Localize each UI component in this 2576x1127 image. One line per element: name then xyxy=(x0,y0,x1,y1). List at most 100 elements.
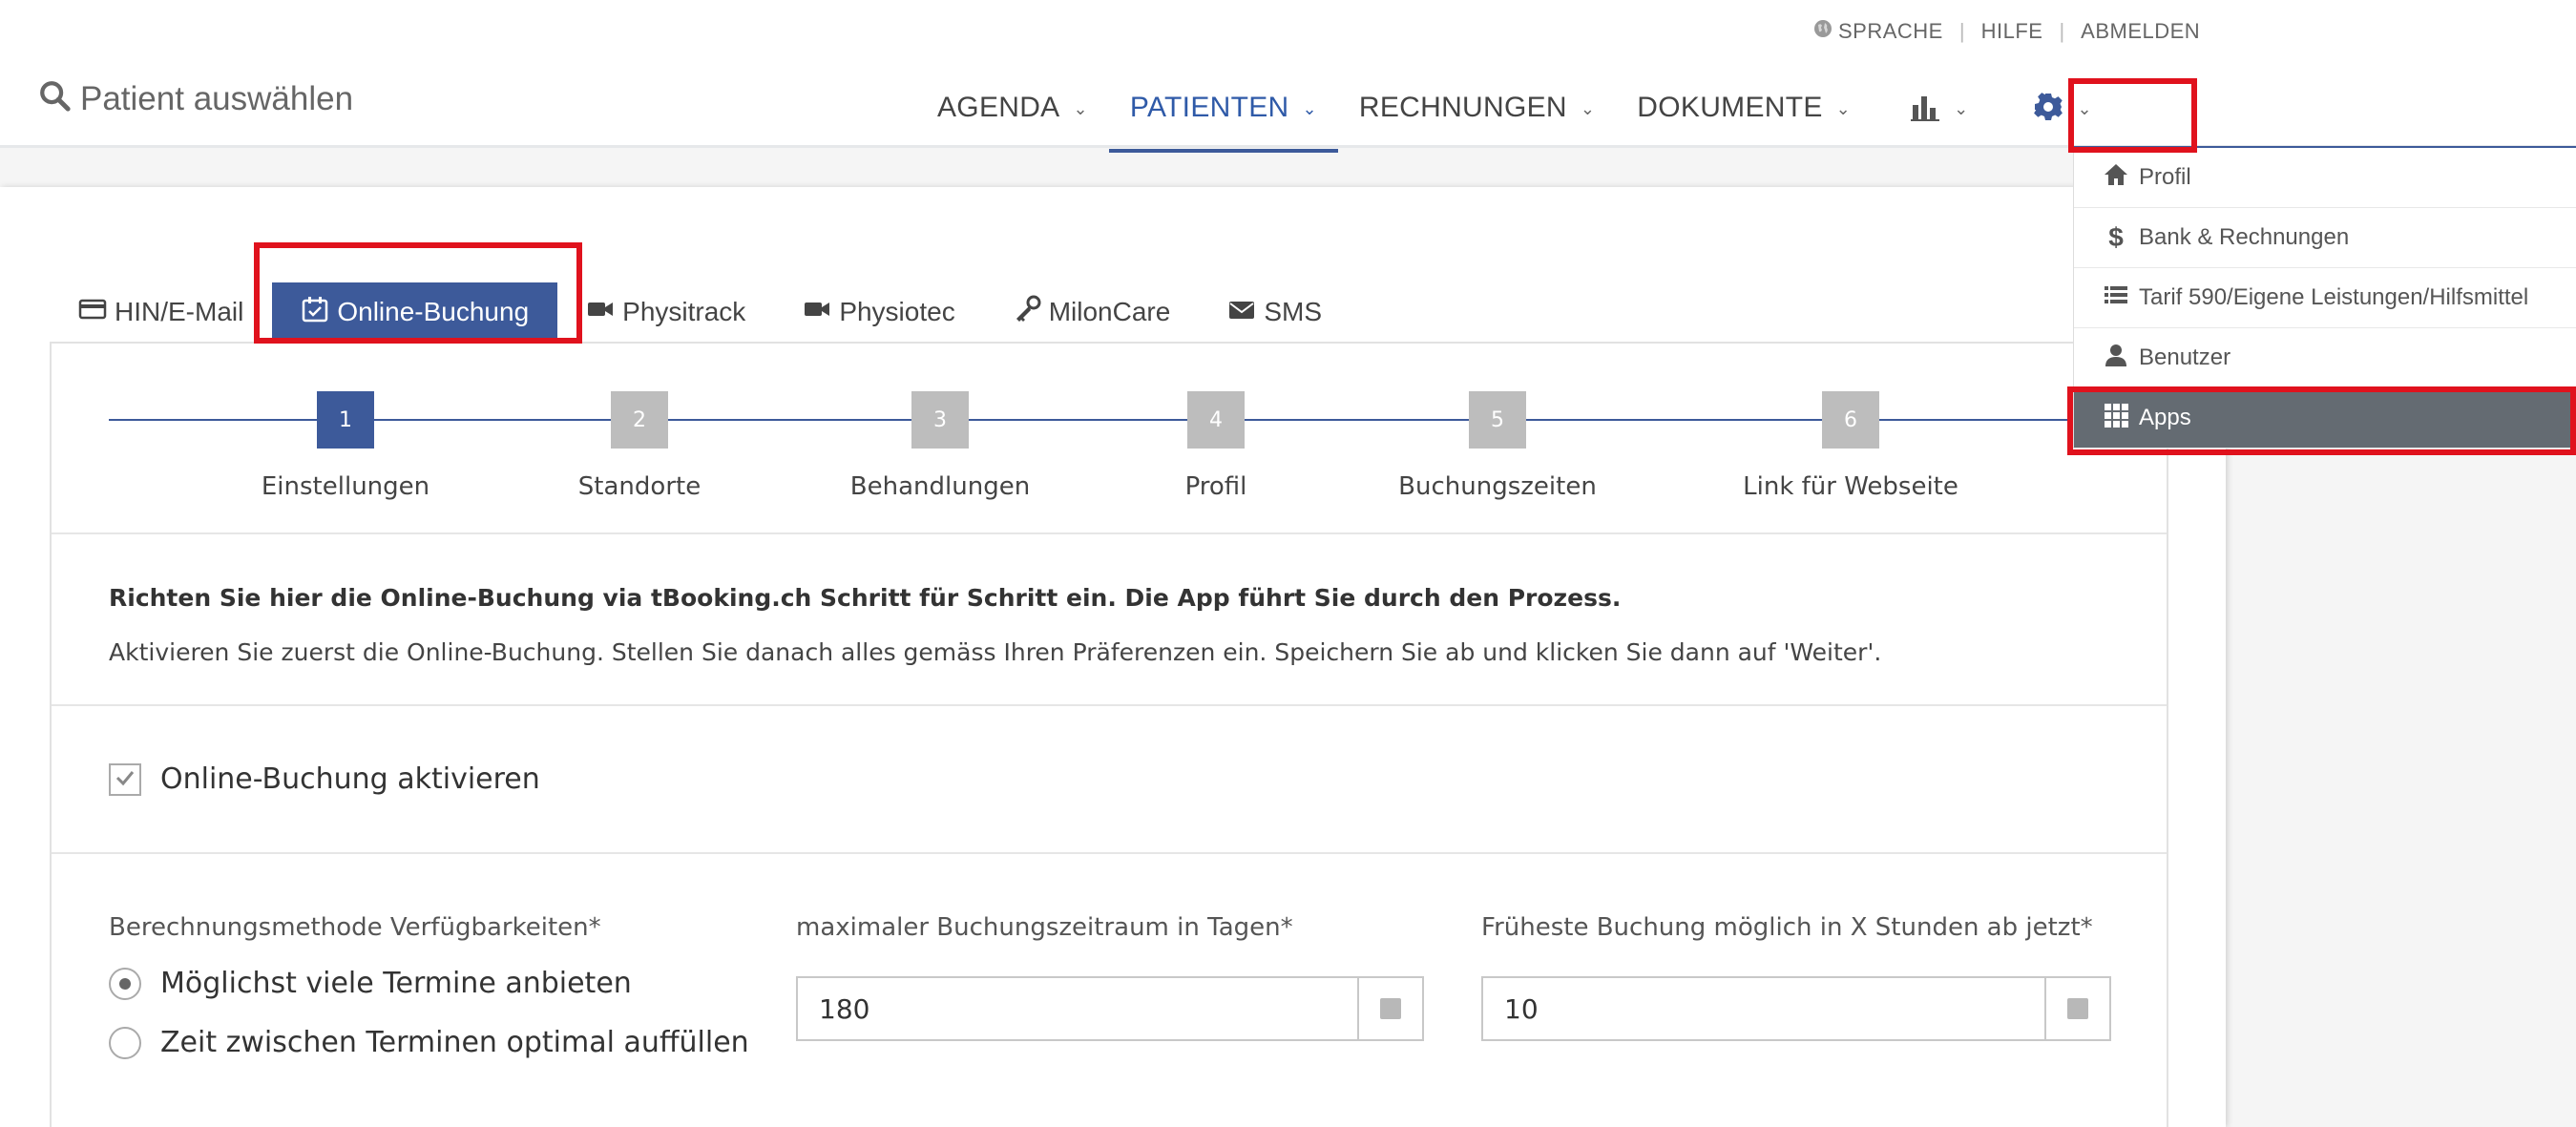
radio-label: Möglichst viele Termine anbieten xyxy=(160,967,632,1000)
max-period-value[interactable]: 180 xyxy=(798,978,1357,1039)
bar-chart-icon xyxy=(1910,92,1940,130)
step-number[interactable]: 3 xyxy=(911,391,969,449)
step-number[interactable]: 5 xyxy=(1469,391,1526,449)
max-period-addon[interactable] xyxy=(1357,978,1422,1039)
method-option-fill[interactable]: Zeit zwischen Terminen optimal auffüllen xyxy=(109,1026,749,1059)
wizard-stepper: 1 Einstellungen 2 Standorte 3 Behandlung… xyxy=(52,344,2167,534)
globe-icon xyxy=(1813,19,1833,44)
tab-label: SMS xyxy=(1264,297,1323,326)
menu-item-bank[interactable]: $ Bank & Rechnungen xyxy=(2074,208,2576,268)
nav-agenda-label: AGENDA xyxy=(937,92,1060,123)
step-label: Profil xyxy=(1184,472,1247,501)
language-link[interactable]: SPRACHE xyxy=(1813,19,1943,44)
step-5[interactable]: 5 Buchungszeiten xyxy=(1354,391,1641,501)
envelope-icon xyxy=(1227,295,1256,330)
tab-sms[interactable]: SMS xyxy=(1199,282,1351,342)
chevron-down-icon: ⌄ xyxy=(1835,99,1852,118)
nav-rechnungen-label: RECHNUNGEN xyxy=(1358,92,1567,123)
earliest-label: Früheste Buchung möglich in X Stunden ab… xyxy=(1481,913,2093,942)
intro-text: Aktivieren Sie zuerst die Online-Buchung… xyxy=(109,638,1882,666)
activate-checkbox[interactable] xyxy=(109,762,141,796)
chevron-down-icon: ⌄ xyxy=(1302,99,1317,118)
intro-heading: Richten Sie hier die Online-Buchung via … xyxy=(109,584,1622,612)
nav-dokumente[interactable]: DOKUMENTE ⌄ xyxy=(1616,82,1872,149)
separator: | xyxy=(2059,19,2065,43)
step-number[interactable]: 2 xyxy=(611,391,668,449)
highlight-box-settings xyxy=(2068,78,2197,153)
menu-item-label: Bank & Rechnungen xyxy=(2139,224,2350,250)
main-nav: AGENDA ⌄ PATIENTEN ⌄ RECHNUNGEN ⌄ DOKUME… xyxy=(916,82,2113,153)
video-camera-icon xyxy=(586,295,615,330)
nav-rechnungen[interactable]: RECHNUNGEN ⌄ xyxy=(1338,82,1616,149)
list-icon xyxy=(2103,282,2129,315)
help-link[interactable]: HILFE xyxy=(1981,19,2043,44)
chevron-down-icon: ⌄ xyxy=(1073,99,1088,118)
radio-button[interactable] xyxy=(109,1026,141,1059)
activate-row: Online-Buchung aktivieren xyxy=(52,706,2167,854)
tab-physiotec[interactable]: Physiotec xyxy=(774,282,983,342)
earliest-addon[interactable] xyxy=(2044,978,2109,1039)
step-label: Einstellungen xyxy=(261,472,430,501)
menu-item-label: Tarif 590/Eigene Leistungen/Hilfsmittel xyxy=(2139,284,2529,310)
step-6[interactable]: 6 Link für Webseite xyxy=(1707,391,1994,501)
square-icon xyxy=(1380,998,1401,1019)
tab-miloncare[interactable]: MilonCare xyxy=(984,282,1200,342)
activate-label: Online-Buchung aktivieren xyxy=(160,762,540,796)
separator: | xyxy=(1958,19,1965,43)
step-label: Link für Webseite xyxy=(1743,472,1958,501)
language-label: SPRACHE xyxy=(1838,19,1943,43)
patient-search[interactable]: Patient auswählen xyxy=(38,76,353,122)
menu-item-tarif[interactable]: Tarif 590/Eigene Leistungen/Hilfsmittel xyxy=(2074,268,2576,328)
step-number[interactable]: 4 xyxy=(1187,391,1245,449)
menu-item-label: Benutzer xyxy=(2139,344,2231,370)
step-1[interactable]: 1 Einstellungen xyxy=(202,391,489,501)
patient-search-label: Patient auswählen xyxy=(80,80,354,117)
radio-label: Zeit zwischen Terminen optimal auffüllen xyxy=(160,1026,749,1059)
highlight-box-tab xyxy=(254,242,582,344)
step-2[interactable]: 2 Standorte xyxy=(496,391,783,501)
chevron-down-icon: ⌄ xyxy=(1580,99,1596,118)
earliest-value[interactable]: 10 xyxy=(1483,978,2044,1039)
home-icon xyxy=(2103,161,2129,195)
menu-item-benutzer[interactable]: Benutzer xyxy=(2074,328,2576,388)
step-label: Standorte xyxy=(577,472,702,501)
dollar-icon: $ xyxy=(2108,222,2124,252)
video-camera-icon xyxy=(803,295,831,330)
booking-settings-form: Berechnungsmethode Verfügbarkeiten* Mögl… xyxy=(52,854,2167,1127)
tab-label: Physiotec xyxy=(839,297,955,326)
highlight-box-apps xyxy=(2067,386,2576,455)
step-number[interactable]: 1 xyxy=(317,391,374,449)
max-period-input[interactable]: 180 xyxy=(796,976,1424,1041)
search-icon xyxy=(38,79,71,120)
logout-link[interactable]: ABMELDEN xyxy=(2081,19,2200,44)
nav-patienten[interactable]: PATIENTEN ⌄ xyxy=(1108,82,1338,153)
tab-physitrack[interactable]: Physitrack xyxy=(557,282,774,342)
key-icon xyxy=(1013,295,1041,330)
tab-label: MilonCare xyxy=(1048,297,1171,326)
step-label: Buchungszeiten xyxy=(1398,472,1597,501)
checkmark-icon xyxy=(115,767,136,792)
step-label: Behandlungen xyxy=(849,472,1031,501)
step-number[interactable]: 6 xyxy=(1822,391,1879,449)
top-links: SPRACHE | HILFE | ABMELDEN xyxy=(1813,19,2576,44)
menu-item-profil[interactable]: Profil xyxy=(2074,148,2576,208)
intro-section: Richten Sie hier die Online-Buchung via … xyxy=(52,534,2167,706)
tab-label: HIN/E-Mail xyxy=(115,297,244,326)
user-icon xyxy=(2103,342,2129,375)
nav-statistics[interactable]: ⌄ xyxy=(1872,82,1989,149)
radio-button[interactable] xyxy=(109,967,141,1000)
square-icon xyxy=(2067,998,2088,1019)
nav-agenda[interactable]: AGENDA ⌄ xyxy=(916,82,1109,149)
method-label: Berechnungsmethode Verfügbarkeiten* xyxy=(109,913,601,942)
nav-patienten-label: PATIENTEN xyxy=(1129,92,1289,123)
settings-content: 1 Einstellungen 2 Standorte 3 Behandlung… xyxy=(50,342,2168,1127)
step-4[interactable]: 4 Profil xyxy=(1073,391,1359,501)
max-period-label: maximaler Buchungszeitraum in Tagen* xyxy=(796,913,1293,942)
step-3[interactable]: 3 Behandlungen xyxy=(797,391,1083,501)
tab-hin-email[interactable]: HIN/E-Mail xyxy=(50,282,272,342)
tab-label: Physitrack xyxy=(622,297,746,326)
chevron-down-icon: ⌄ xyxy=(1954,99,1969,118)
earliest-input[interactable]: 10 xyxy=(1481,976,2111,1041)
menu-item-label: Profil xyxy=(2139,164,2191,190)
method-option-many[interactable]: Möglichst viele Termine anbieten xyxy=(109,967,632,1000)
